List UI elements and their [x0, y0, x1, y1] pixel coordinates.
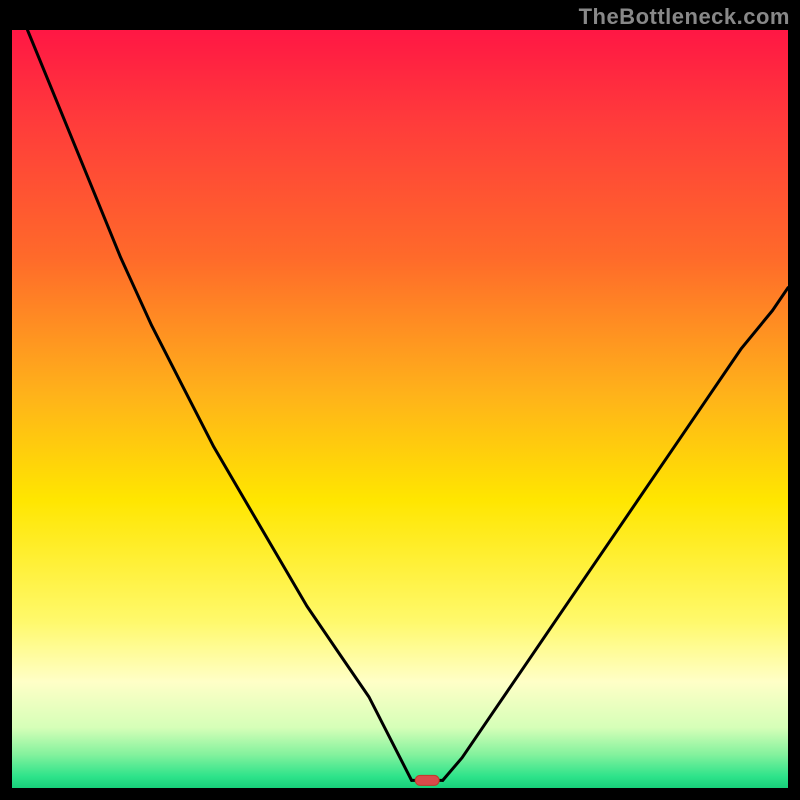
- gradient-background: [12, 30, 788, 788]
- plot-svg: [12, 30, 788, 788]
- plot-area: [12, 30, 788, 788]
- watermark-text: TheBottleneck.com: [579, 4, 790, 30]
- chart-stage: TheBottleneck.com: [0, 0, 800, 800]
- optimum-marker: [415, 775, 439, 785]
